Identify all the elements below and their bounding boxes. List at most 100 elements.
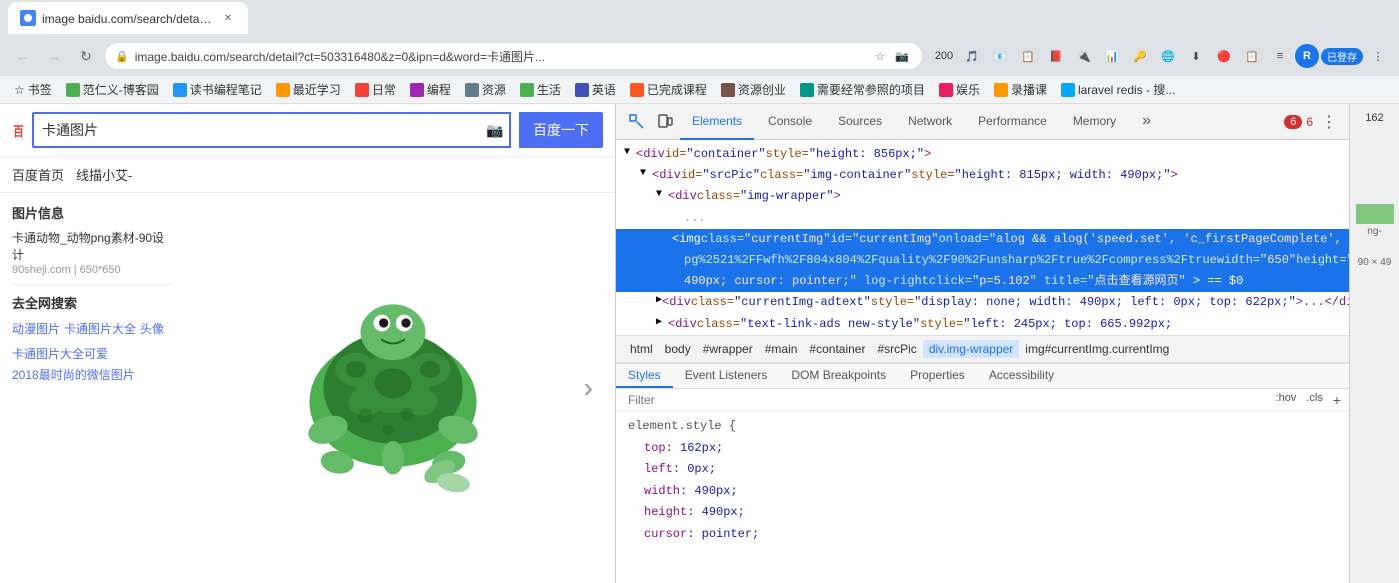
bookmark-manage[interactable]: ☆ 书签 bbox=[8, 79, 58, 100]
bookmark-11[interactable]: 需要经常参照的项目 bbox=[794, 79, 931, 100]
tree-line-img[interactable]: <img class="currentImg" id="currentImg" … bbox=[616, 229, 1349, 250]
color-swatch-green bbox=[1356, 204, 1394, 224]
extension-icon-9[interactable]: ⬇ bbox=[1183, 43, 1209, 69]
bookmark-10[interactable]: 资源创业 bbox=[715, 79, 792, 100]
extension-icon-11[interactable]: 📋 bbox=[1239, 43, 1265, 69]
breadcrumb-srcpic[interactable]: #srcPic bbox=[871, 340, 922, 358]
tab-elements[interactable]: Elements bbox=[680, 104, 754, 140]
bookmark-4[interactable]: 日常 bbox=[349, 79, 402, 100]
cls-button[interactable]: .cls bbox=[1306, 392, 1323, 408]
address-bar[interactable]: 🔒 image.baidu.com/search/detail?ct=50331… bbox=[104, 42, 923, 70]
camera-icon[interactable]: 📷 bbox=[892, 46, 912, 66]
next-arrow[interactable]: › bbox=[584, 372, 593, 404]
turtle-image bbox=[253, 258, 533, 518]
breadcrumb-html[interactable]: html bbox=[624, 340, 659, 358]
zoom-level: 200 bbox=[931, 43, 957, 69]
result-item-1: 卡通动物_动物png素材-90设计 90sheji.com | 650*650 bbox=[12, 230, 172, 276]
breadcrumb-main[interactable]: #main bbox=[759, 340, 804, 358]
tab-performance[interactable]: Performance bbox=[966, 104, 1059, 140]
camera-icon[interactable]: 📷 bbox=[481, 122, 509, 139]
bookmarks-icon: ☆ bbox=[14, 83, 25, 97]
extension-icon-2[interactable]: 📧 bbox=[987, 43, 1013, 69]
styles-tab-dom-breakpoints[interactable]: DOM Breakpoints bbox=[779, 364, 898, 388]
extension-icon-8[interactable]: 🌐 bbox=[1155, 43, 1181, 69]
bk-icon-8 bbox=[575, 83, 589, 97]
expand-arrow-7[interactable]: ▶ bbox=[656, 315, 668, 331]
hov-button[interactable]: :hov bbox=[1276, 392, 1297, 408]
style-rule-element: element.style { top: 162px; left: 0px; w… bbox=[616, 412, 1349, 550]
bookmark-12[interactable]: 娱乐 bbox=[933, 79, 986, 100]
bookmark-13[interactable]: 录播课 bbox=[988, 79, 1053, 100]
bookmark-5[interactable]: 编程 bbox=[404, 79, 457, 100]
extension-icon-12[interactable]: ≡ bbox=[1267, 43, 1293, 69]
baidu-search-input[interactable] bbox=[34, 114, 481, 146]
extension-icon-6[interactable]: 📊 bbox=[1099, 43, 1125, 69]
baidu-search-button[interactable]: 百度一下 bbox=[519, 112, 603, 148]
extension-icon-5[interactable]: 🔌 bbox=[1071, 43, 1097, 69]
star-icon[interactable]: ☆ bbox=[870, 46, 890, 66]
bk-icon-11 bbox=[800, 83, 814, 97]
result-sub-1: 90sheji.com | 650*650 bbox=[12, 264, 172, 276]
bookmark-1[interactable]: 范仁义-博客园 bbox=[60, 79, 165, 100]
tree-line-srcpic: ▼ <div id="srcPic" class="img-container"… bbox=[616, 165, 1349, 186]
section-title-1: 图片信息 bbox=[12, 203, 172, 222]
breadcrumb-imgwrapper[interactable]: div.img-wrapper bbox=[923, 340, 1019, 358]
active-tab[interactable]: image baidu.com/search/detail?ct=5033164… bbox=[8, 2, 248, 34]
bookmark-3[interactable]: 最近学习 bbox=[270, 79, 347, 100]
breadcrumb-wrapper[interactable]: #wrapper bbox=[697, 340, 759, 358]
extension-icon-10[interactable]: 🔴 bbox=[1211, 43, 1237, 69]
device-toggle-button[interactable] bbox=[652, 109, 678, 135]
menu-button[interactable]: ⋮ bbox=[1365, 43, 1391, 69]
devtools-content: ▼ <div id="container" style="height: 856… bbox=[616, 140, 1349, 583]
bookmark-14[interactable]: laravel redis - 搜... bbox=[1055, 79, 1181, 100]
inspect-element-button[interactable] bbox=[624, 109, 650, 135]
bk-icon-3 bbox=[276, 83, 290, 97]
tab-close-button[interactable]: ✕ bbox=[220, 10, 236, 26]
tag-5[interactable]: 2018最时尚的微信图片 bbox=[12, 366, 172, 383]
styles-filter-input[interactable] bbox=[624, 391, 1272, 409]
style-prop-cursor: cursor: pointer; bbox=[628, 524, 1337, 546]
tag-2[interactable]: 卡通图片大全 bbox=[64, 320, 136, 337]
tag-1[interactable]: 动漫图片 bbox=[12, 320, 60, 337]
image-area: › bbox=[182, 203, 603, 573]
styles-tab-properties[interactable]: Properties bbox=[898, 364, 977, 388]
forward-button[interactable]: → bbox=[40, 42, 68, 70]
extension-icon-1[interactable]: 🎵 bbox=[959, 43, 985, 69]
tab-more[interactable]: » bbox=[1130, 104, 1163, 140]
extension-icon-4[interactable]: 📕 bbox=[1043, 43, 1069, 69]
baidu-nav-homepage[interactable]: 百度首页 bbox=[12, 163, 64, 186]
bk-icon-2 bbox=[173, 83, 187, 97]
tab-memory[interactable]: Memory bbox=[1061, 104, 1128, 140]
add-style-button[interactable]: + bbox=[1333, 392, 1341, 408]
tab-favicon bbox=[20, 10, 36, 26]
styles-tab-accessibility[interactable]: Accessibility bbox=[977, 364, 1066, 388]
bookmark-7[interactable]: 生活 bbox=[514, 79, 567, 100]
styles-tab-styles[interactable]: Styles bbox=[616, 364, 673, 388]
extension-icon-3[interactable]: 📋 bbox=[1015, 43, 1041, 69]
bk-icon-14 bbox=[1061, 83, 1075, 97]
bookmark-8[interactable]: 英语 bbox=[569, 79, 622, 100]
styles-tab-event-listeners[interactable]: Event Listeners bbox=[673, 364, 780, 388]
breadcrumb-container[interactable]: #container bbox=[803, 340, 871, 358]
breadcrumb-currentimg[interactable]: img#currentImg.currentImg bbox=[1019, 340, 1175, 358]
expand-arrow-3[interactable]: ▼ bbox=[656, 187, 668, 203]
breadcrumb-body[interactable]: body bbox=[659, 340, 697, 358]
style-prop-width: width: 490px; bbox=[628, 481, 1337, 503]
bookmark-6[interactable]: 资源 bbox=[459, 79, 512, 100]
bookmark-9[interactable]: 已完成课程 bbox=[624, 79, 713, 100]
bookmark-2[interactable]: 读书编程笔记 bbox=[167, 79, 268, 100]
tab-sources[interactable]: Sources bbox=[826, 104, 894, 140]
back-button[interactable]: ← bbox=[8, 42, 36, 70]
refresh-button[interactable]: ↻ bbox=[72, 42, 100, 70]
expand-arrow-1[interactable]: ▼ bbox=[624, 145, 636, 161]
tab-network[interactable]: Network bbox=[896, 104, 964, 140]
devtools-menu-button[interactable]: ⋮ bbox=[1317, 112, 1341, 132]
tab-console[interactable]: Console bbox=[756, 104, 824, 140]
profile-button[interactable]: R bbox=[1295, 44, 1319, 68]
expand-arrow-2[interactable]: ▼ bbox=[640, 166, 652, 182]
tag-4[interactable]: 卡通图片大全可爱 bbox=[12, 345, 172, 362]
extension-icon-7[interactable]: 🔑 bbox=[1127, 43, 1153, 69]
error-badge: 6 bbox=[1284, 115, 1302, 129]
baidu-nav-item2[interactable]: 线描小艾- bbox=[76, 163, 132, 186]
tag-3[interactable]: 头像 bbox=[140, 320, 164, 337]
